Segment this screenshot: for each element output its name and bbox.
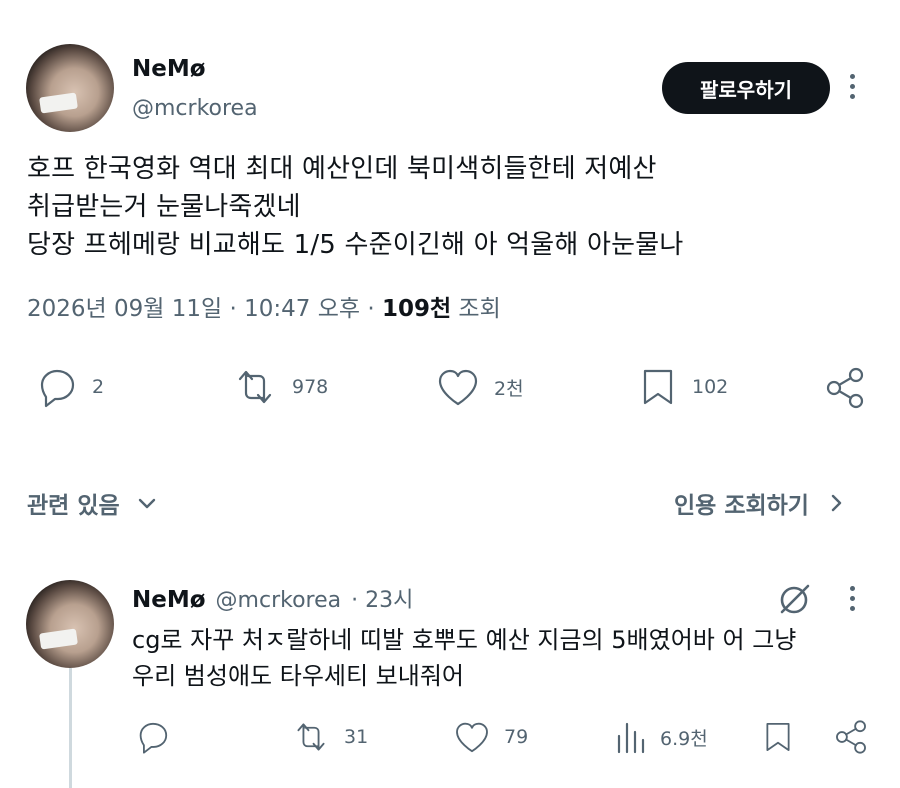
reply-icon — [139, 722, 168, 754]
reply-author-name[interactable]: NeMø — [132, 587, 206, 613]
repost-icon — [297, 723, 325, 751]
related-dropdown[interactable]: 관련 있음 — [27, 486, 160, 520]
reply-views-button[interactable]: 6.9천 — [614, 718, 708, 756]
bookmark-button[interactable]: 102 — [636, 365, 728, 409]
reply-bookmark-button[interactable] — [760, 718, 796, 756]
reply-header: NeMø @mcrkorea · 23시 — [132, 582, 413, 614]
reply-repost-count: 31 — [344, 726, 369, 748]
author-name[interactable]: NeMø — [132, 56, 206, 82]
reply-time[interactable]: · 23시 — [351, 582, 413, 614]
reply-more-icon[interactable] — [850, 586, 855, 611]
post-text: 호프 한국영화 역대 최대 예산인데 북미색히들한테 저예산 취급받는거 눈물나… — [27, 154, 684, 260]
quotes-label: 인용 조회하기 — [674, 493, 809, 519]
share-icon — [826, 367, 864, 409]
like-button[interactable]: 2천 — [434, 365, 524, 409]
bookmark-icon — [643, 369, 673, 405]
author-handle[interactable]: @mcrkorea — [132, 96, 258, 121]
thread-line — [69, 668, 72, 788]
chevron-right-icon — [831, 494, 842, 512]
follow-button[interactable]: 팔로우하기 — [662, 62, 830, 114]
more-icon[interactable] — [850, 74, 855, 99]
reply-like-count: 79 — [504, 726, 529, 748]
share-icon — [836, 720, 866, 754]
bookmark-count: 102 — [692, 376, 729, 398]
reply-author-handle[interactable]: @mcrkorea — [216, 588, 342, 613]
like-icon — [438, 369, 478, 406]
repost-icon — [238, 370, 272, 404]
related-label: 관련 있음 — [27, 493, 120, 519]
view-quotes-link[interactable]: 인용 조회하기 — [674, 486, 849, 520]
like-count: 2천 — [494, 377, 524, 400]
reply-repost-button[interactable]: 31 — [290, 718, 368, 756]
like-icon — [456, 722, 488, 753]
views-icon — [617, 722, 645, 754]
chevron-down-icon — [138, 498, 155, 509]
grok-icon[interactable] — [774, 580, 814, 624]
reply-reply-button[interactable] — [134, 718, 184, 756]
avatar[interactable] — [26, 44, 114, 132]
post-date: 2026년 09월 11일 · 10:47 오후 · — [27, 296, 382, 322]
reply-text: cg로 자꾸 처ㅈ랄하네 띠발 호뿌도 예산 지금의 5배였어바 어 그냥 우리… — [132, 626, 797, 690]
reply-share-button[interactable] — [832, 718, 870, 756]
reply-count: 2 — [92, 376, 105, 398]
repost-count: 978 — [292, 376, 329, 398]
repost-button[interactable]: 978 — [230, 365, 328, 409]
post-meta: 2026년 09월 11일 · 10:47 오후 · 109천 조회 — [27, 289, 501, 323]
reply-like-button[interactable]: 79 — [452, 718, 528, 756]
reply-views-count: 6.9천 — [660, 727, 708, 750]
share-button[interactable] — [822, 365, 868, 411]
views-label: 조회 — [451, 296, 501, 322]
reply-icon — [40, 369, 75, 408]
bookmark-icon — [766, 723, 790, 751]
reply-avatar[interactable] — [26, 580, 114, 668]
reply-button[interactable]: 2 — [34, 365, 104, 409]
views-count[interactable]: 109천 — [382, 296, 451, 322]
